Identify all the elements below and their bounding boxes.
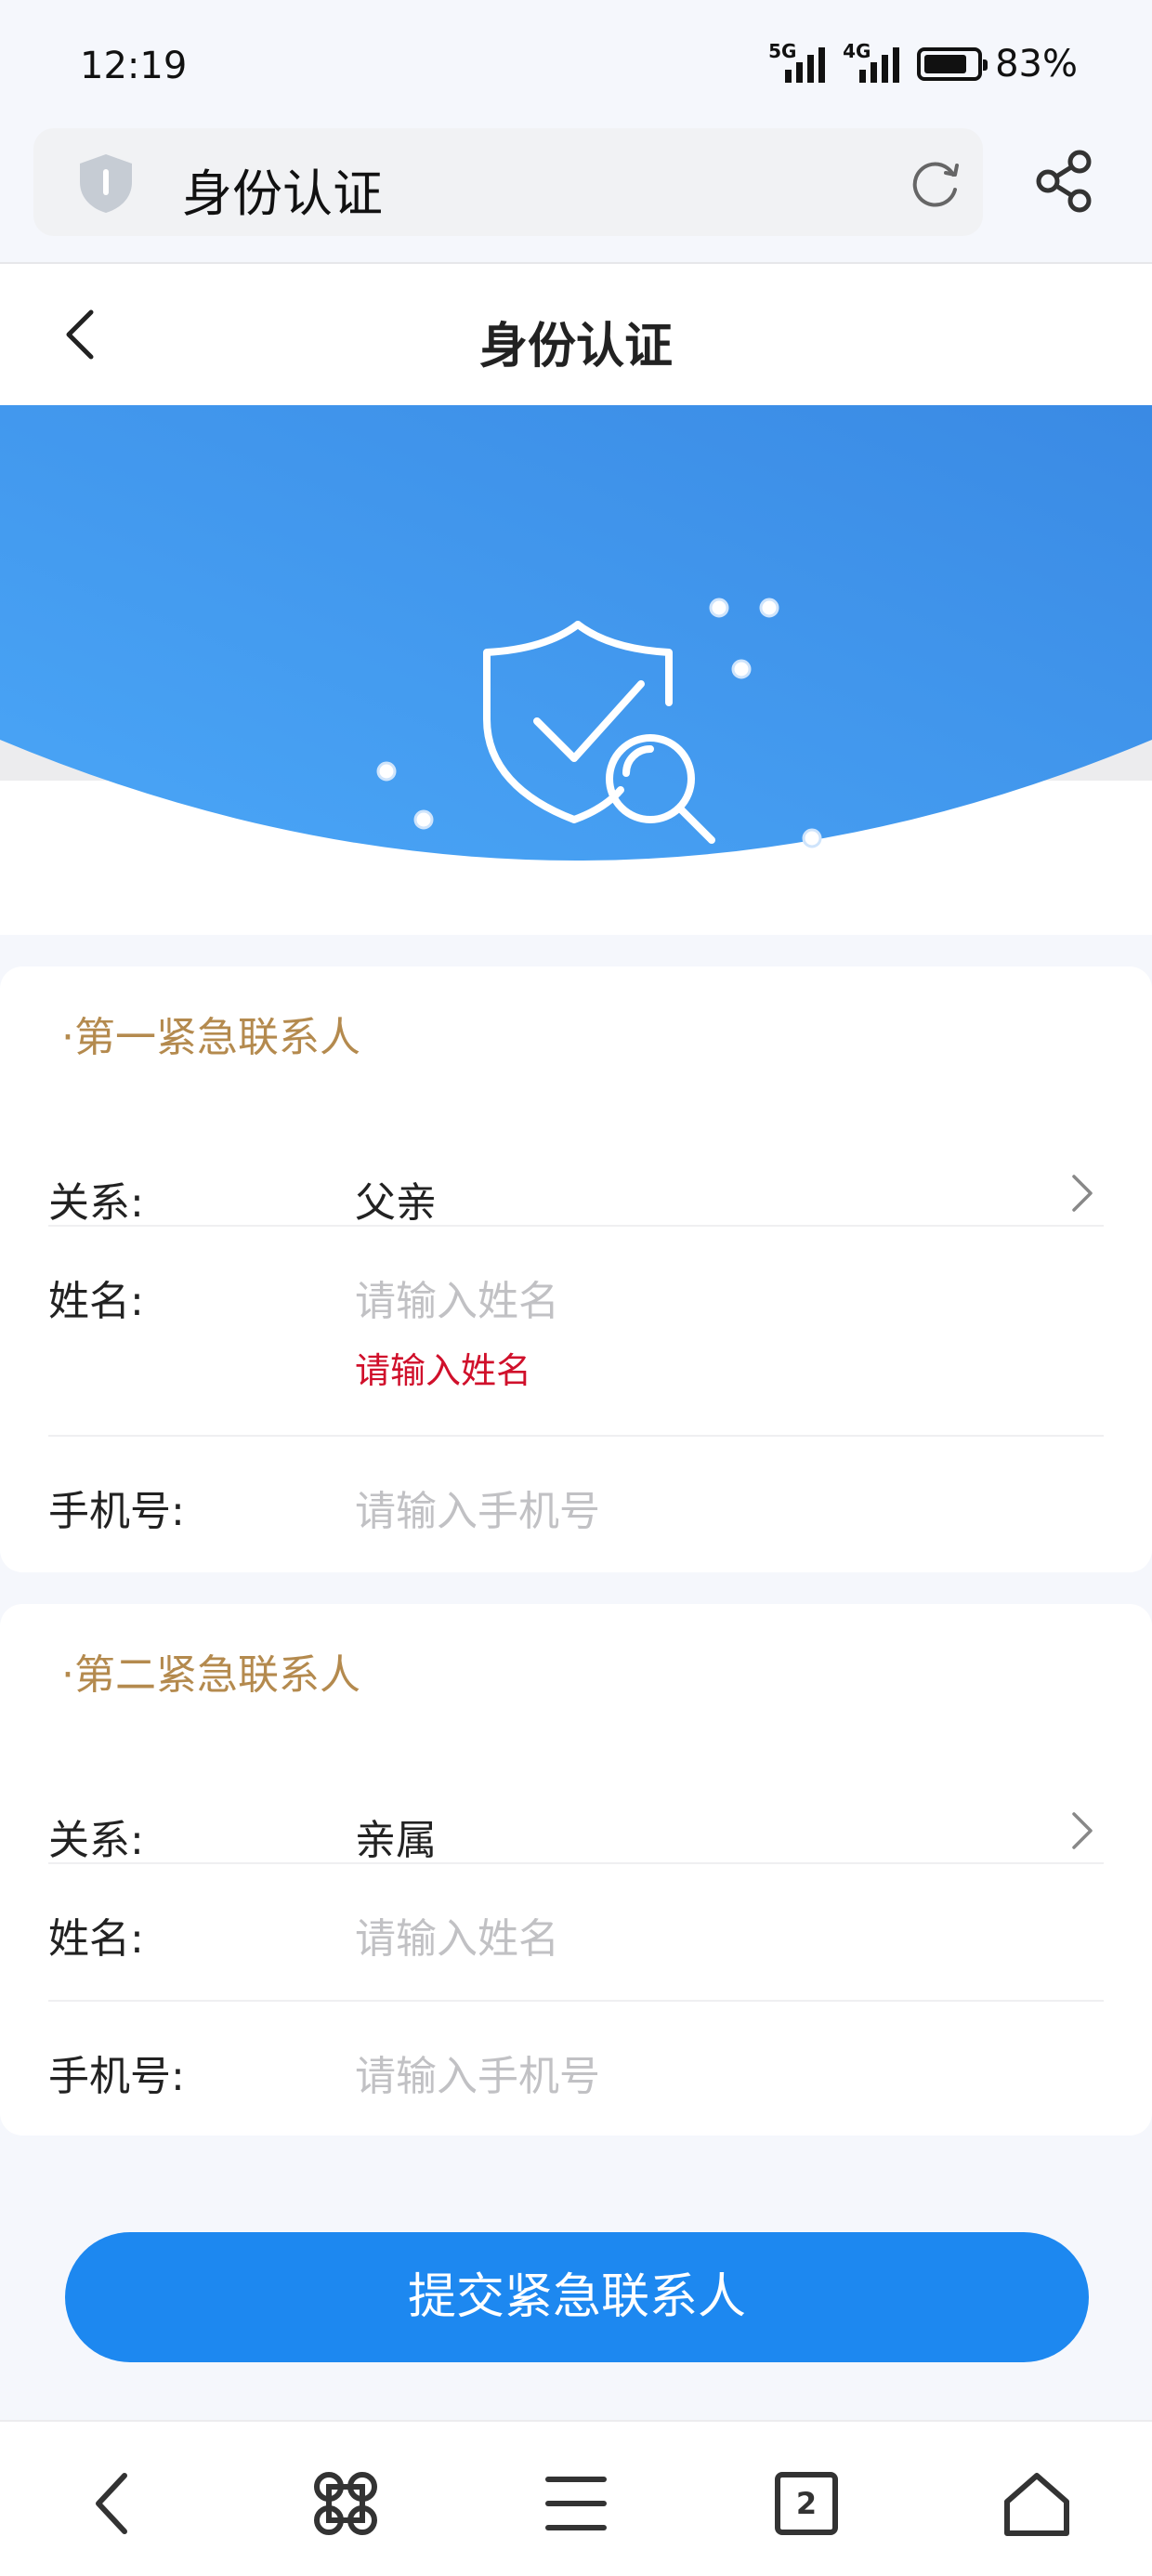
second-phone-row: 手机号: 请输入手机号 (48, 2002, 1104, 2136)
second-phone-label: 手机号: (48, 2053, 185, 2100)
second-name-label: 姓名: (48, 1915, 144, 1963)
battery-icon (917, 47, 988, 81)
nav-tabs-icon: 2 (775, 2472, 838, 2535)
banner-graphic (0, 405, 1152, 935)
first-contact-card: ·第一紧急联系人 关系: 父亲 姓名: 请输入姓名 请输入姓名 手机号: 请输入… (0, 966, 1152, 1572)
chevron-right-icon[interactable] (1068, 1810, 1094, 1851)
status-bar: 12:19 5G 4G 83% (0, 0, 1152, 121)
second-contact-title: ·第二紧急联系人 (61, 1651, 360, 1699)
first-phone-row: 手机号: 请输入手机号 (48, 1437, 1104, 1572)
status-time: 12:19 (80, 45, 188, 87)
page-header: 身份认证 (0, 262, 1152, 405)
first-relation-label: 关系: (48, 1179, 144, 1227)
first-name-row: 姓名: 请输入姓名 请输入姓名 (48, 1227, 1104, 1439)
signal-5g-icon: 5G (768, 40, 830, 85)
shield-icon (80, 154, 132, 213)
first-relation-value[interactable]: 父亲 (355, 1169, 437, 1229)
chevron-right-icon[interactable] (1068, 1173, 1094, 1214)
first-contact-title: ·第一紧急联系人 (61, 1014, 360, 1061)
browser-bottom-nav: 2 (0, 2420, 1152, 2576)
first-name-label: 姓名: (48, 1278, 144, 1325)
page-title: 身份认证 (478, 319, 673, 375)
first-name-input[interactable]: 请输入姓名 (355, 1268, 559, 1327)
address-bar[interactable]: 身份认证 (33, 128, 983, 236)
second-relation-value[interactable]: 亲属 (355, 1807, 437, 1866)
second-phone-input[interactable]: 请输入手机号 (355, 2043, 600, 2102)
nav-tabs-button[interactable]: 2 (769, 2466, 844, 2541)
first-phone-input[interactable]: 请输入手机号 (355, 1478, 600, 1537)
second-name-row: 姓名: 请输入姓名 (48, 1864, 1104, 2000)
reload-icon[interactable] (909, 154, 964, 210)
nav-apps-icon[interactable] (308, 2466, 383, 2541)
status-indicators: 5G 4G 83% (768, 40, 1078, 85)
nav-menu-icon[interactable] (539, 2466, 613, 2541)
address-title: 身份认证 (182, 164, 383, 223)
hero-banner (0, 405, 1152, 935)
second-contact-card: ·第二紧急联系人 关系: 亲属 姓名: 请输入姓名 手机号: 请输入手机号 (0, 1604, 1152, 2136)
nav-back-icon[interactable] (76, 2466, 151, 2541)
signal-4g-icon: 4G (843, 40, 904, 85)
share-icon[interactable] (1033, 149, 1098, 214)
battery-percent: 83% (995, 43, 1078, 85)
second-name-input[interactable]: 请输入姓名 (355, 1905, 559, 1965)
nav-home-icon[interactable] (1000, 2466, 1074, 2541)
second-relation-label: 关系: (48, 1817, 144, 1864)
first-phone-label: 手机号: (48, 1488, 185, 1535)
submit-contacts-button[interactable]: 提交紧急联系人 (65, 2232, 1089, 2362)
first-name-error: 请输入姓名 (355, 1350, 532, 1391)
